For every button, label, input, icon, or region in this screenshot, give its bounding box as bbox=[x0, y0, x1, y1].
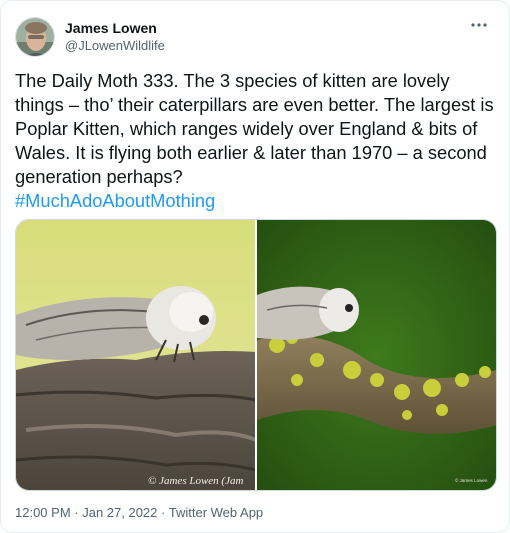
tweet-source[interactable]: Twitter Web App bbox=[169, 505, 263, 520]
photo-watermark-right: © James Lowen bbox=[455, 477, 488, 483]
photo-watermark-left: © James Lowen (Jam bbox=[148, 475, 243, 487]
author-names: James Lowen @JLowenWildlife bbox=[65, 19, 165, 55]
tweet-header: James Lowen @JLowenWildlife bbox=[15, 13, 497, 61]
tweet-text: The Daily Moth 333. The 3 species of kit… bbox=[15, 69, 499, 213]
tweet-time[interactable]: 12:00 PM bbox=[15, 505, 71, 520]
tweet-meta: 12:00 PM · Jan 27, 2022 · Twitter Web Ap… bbox=[15, 504, 263, 522]
meta-separator: · bbox=[70, 505, 83, 520]
hashtag-link[interactable]: #MuchAdoAboutMothing bbox=[15, 190, 215, 211]
photo-moth-on-bark[interactable]: © James Lowen (Jam bbox=[16, 220, 255, 490]
tweet-card: James Lowen @JLowenWildlife The Daily Mo… bbox=[0, 0, 510, 533]
avatar[interactable] bbox=[15, 17, 55, 57]
author-display-name[interactable]: James Lowen bbox=[65, 19, 165, 37]
author-handle[interactable]: @JLowenWildlife bbox=[65, 37, 165, 55]
ellipsis-icon[interactable] bbox=[467, 17, 491, 33]
meta-separator-2: · bbox=[157, 505, 169, 520]
tweet-date[interactable]: Jan 27, 2022 bbox=[82, 505, 157, 520]
tweet-body: The Daily Moth 333. The 3 species of kit… bbox=[15, 70, 494, 187]
avatar-image bbox=[16, 18, 54, 56]
photo-moth-on-lichen-twig[interactable]: © James Lowen bbox=[257, 220, 496, 490]
media-grid: © James Lowen (Jam © James Lowen bbox=[15, 219, 497, 491]
